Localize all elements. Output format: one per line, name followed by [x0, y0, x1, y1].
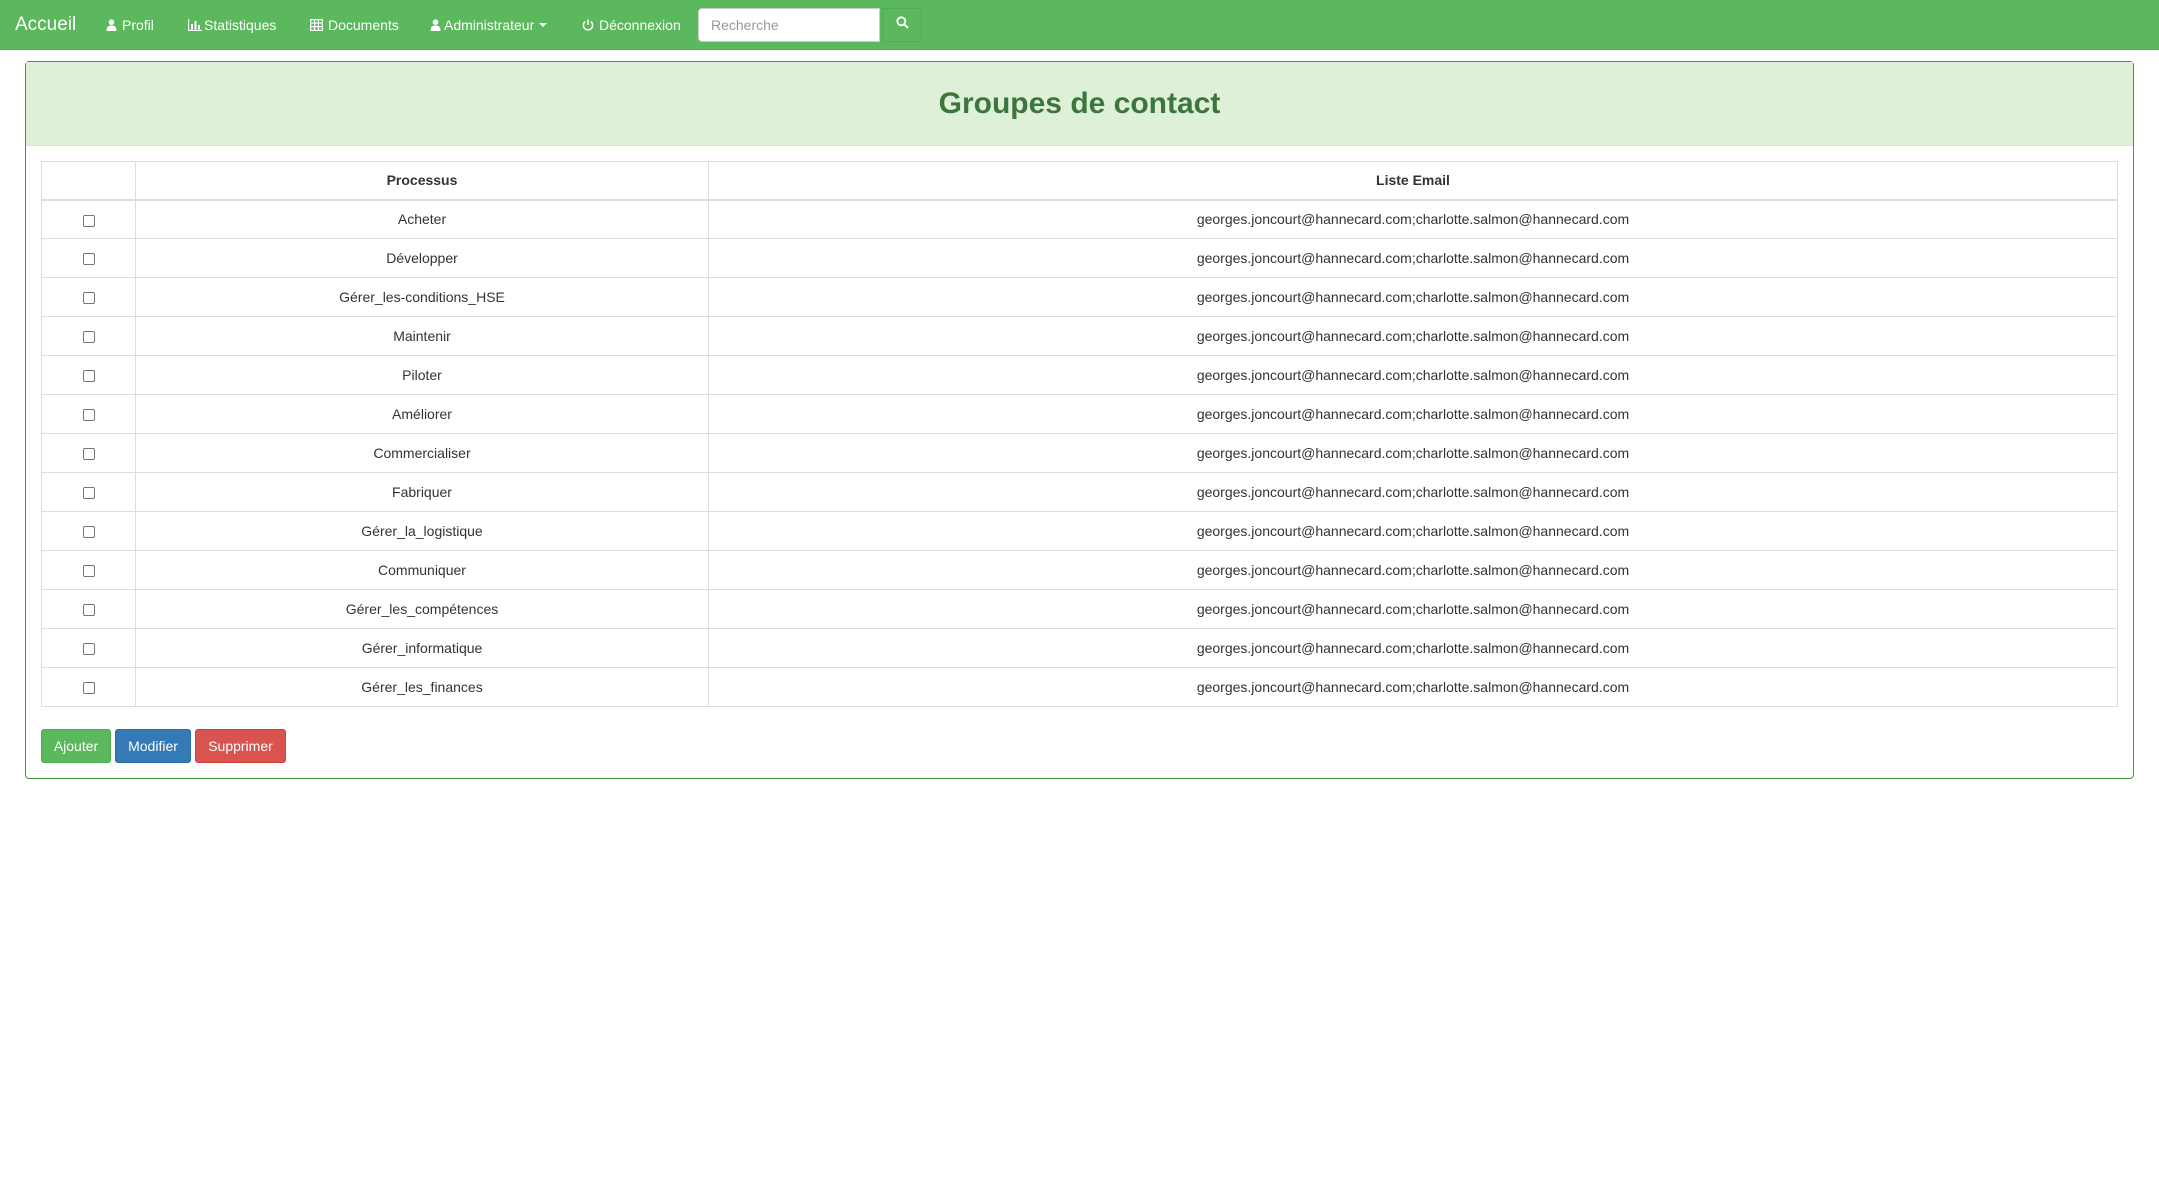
nav-item-profil[interactable]: Profil: [106, 15, 154, 35]
user-icon: [106, 19, 117, 31]
table-row[interactable]: Commercialiser georges.joncourt@hannecard…: [41, 433, 2118, 473]
row-select-cell: [41, 394, 136, 434]
processus-cell: Gérer_les_compétences: [135, 589, 709, 629]
email-list-cell: georges.joncourt@hannecard.com;charlotte…: [708, 589, 2118, 629]
processus-cell: Gérer_la_logistique: [135, 511, 709, 551]
processus-cell: Améliorer: [135, 394, 709, 434]
column-header-select: [41, 161, 136, 201]
add-button[interactable]: Ajouter: [41, 729, 111, 763]
processus-cell: Fabriquer: [135, 472, 709, 512]
nav-item-label: Profil: [122, 17, 154, 33]
panel-heading: Groupes de contact: [26, 62, 2133, 146]
nav-item-label: Administrateur: [444, 17, 535, 33]
chevron-down-icon: [539, 23, 548, 27]
column-header-processus[interactable]: Processus: [135, 161, 709, 201]
nav-item-administrateur[interactable]: Administrateur: [430, 15, 548, 35]
row-select-cell: [41, 667, 136, 707]
table-row[interactable]: Gérer_les-conditions_HSE georges.joncourt…: [41, 277, 2118, 317]
user-icon: [430, 19, 441, 31]
nav-item-label: Documents: [328, 17, 399, 33]
table-row[interactable]: Gérer_les_finances georges.joncourt@hanne…: [41, 667, 2118, 707]
table-header-row: Processus Liste Email: [41, 161, 2118, 201]
row-select-cell: [41, 277, 136, 317]
row-checkbox[interactable]: [82, 253, 95, 266]
nav-item-deconnexion[interactable]: Déconnexion: [582, 15, 681, 35]
nav-item-statistiques[interactable]: Statistiques: [188, 15, 276, 35]
row-checkbox[interactable]: [82, 448, 95, 461]
table-row[interactable]: Gérer_informatique georges.joncourt@hanne…: [41, 628, 2118, 668]
nav-item-label: Déconnexion: [599, 17, 681, 33]
processus-cell: Acheter: [135, 199, 709, 239]
search-input[interactable]: [698, 8, 880, 42]
email-list-cell: georges.joncourt@hannecard.com;charlotte…: [708, 433, 2118, 473]
edit-button[interactable]: Modifier: [115, 729, 191, 763]
processus-cell: Gérer_les_finances: [135, 667, 709, 707]
table-body: Acheter georges.joncourt@hannecard.com;ch…: [41, 199, 2118, 707]
processus-cell: Piloter: [135, 355, 709, 395]
column-header-liste-email[interactable]: Liste Email: [708, 161, 2118, 201]
processus-cell: Maintenir: [135, 316, 709, 356]
table-row[interactable]: Gérer_les_compétences georges.joncourt@ha…: [41, 589, 2118, 629]
contact-groups-table: Processus Liste Email Acheter georges.jon…: [41, 161, 2118, 707]
email-list-cell: georges.joncourt@hannecard.com;charlotte…: [708, 394, 2118, 434]
row-checkbox[interactable]: [82, 604, 95, 617]
row-checkbox[interactable]: [82, 643, 95, 656]
search-icon: [895, 16, 909, 34]
table-row[interactable]: Gérer_la_logistique georges.joncourt@hann…: [41, 511, 2118, 551]
power-icon: [582, 19, 594, 31]
contact-groups-panel: Groupes de contact Processus Liste Email…: [25, 61, 2134, 779]
email-list-cell: georges.joncourt@hannecard.com;charlotte…: [708, 667, 2118, 707]
table-row[interactable]: Communiquer georges.joncourt@hannecard.co…: [41, 550, 2118, 590]
row-select-cell: [41, 433, 136, 473]
row-checkbox[interactable]: [82, 526, 95, 539]
row-checkbox[interactable]: [82, 682, 95, 695]
row-select-cell: [41, 511, 136, 551]
top-navbar: Accueil Profil Statistiques Documents Ad…: [0, 0, 2159, 50]
email-list-cell: georges.joncourt@hannecard.com;charlotte…: [708, 550, 2118, 590]
row-checkbox[interactable]: [82, 214, 95, 227]
navbar-brand-accueil[interactable]: Accueil: [15, 13, 76, 37]
email-list-cell: georges.joncourt@hannecard.com;charlotte…: [708, 511, 2118, 551]
row-checkbox[interactable]: [82, 331, 95, 344]
search-button[interactable]: [882, 8, 922, 42]
processus-cell: Gérer_informatique: [135, 628, 709, 668]
email-list-cell: georges.joncourt@hannecard.com;charlotte…: [708, 316, 2118, 356]
table-row[interactable]: Piloter georges.joncourt@hannecard.com;ch…: [41, 355, 2118, 395]
row-select-cell: [41, 316, 136, 356]
nav-item-label: Statistiques: [204, 17, 277, 33]
row-checkbox[interactable]: [82, 292, 95, 305]
row-select-cell: [41, 472, 136, 512]
email-list-cell: georges.joncourt@hannecard.com;charlotte…: [708, 472, 2118, 512]
row-select-cell: [41, 628, 136, 668]
processus-cell: Commercialiser: [135, 433, 709, 473]
row-select-cell: [41, 355, 136, 395]
nav-item-documents[interactable]: Documents: [310, 15, 399, 35]
row-checkbox[interactable]: [82, 565, 95, 578]
table-row[interactable]: Maintenir georges.joncourt@hannecard.com;…: [41, 316, 2118, 356]
row-checkbox[interactable]: [82, 409, 95, 422]
row-select-cell: [41, 238, 136, 278]
row-checkbox[interactable]: [82, 370, 95, 383]
table-row[interactable]: Acheter georges.joncourt@hannecard.com;ch…: [41, 199, 2118, 239]
email-list-cell: georges.joncourt@hannecard.com;charlotte…: [708, 199, 2118, 239]
processus-cell: Gérer_les-conditions_HSE: [135, 277, 709, 317]
table-row[interactable]: Améliorer georges.joncourt@hannecard.com;…: [41, 394, 2118, 434]
processus-cell: Communiquer: [135, 550, 709, 590]
table-icon: [310, 19, 323, 31]
table-row[interactable]: Fabriquer georges.joncourt@hannecard.com;…: [41, 472, 2118, 512]
page-title: Groupes de contact: [938, 86, 1221, 120]
processus-cell: Développer: [135, 238, 709, 278]
row-select-cell: [41, 199, 136, 239]
delete-button[interactable]: Supprimer: [195, 729, 286, 763]
row-checkbox[interactable]: [82, 487, 95, 500]
row-select-cell: [41, 550, 136, 590]
email-list-cell: georges.joncourt@hannecard.com;charlotte…: [708, 238, 2118, 278]
email-list-cell: georges.joncourt@hannecard.com;charlotte…: [708, 355, 2118, 395]
email-list-cell: georges.joncourt@hannecard.com;charlotte…: [708, 628, 2118, 668]
email-list-cell: georges.joncourt@hannecard.com;charlotte…: [708, 277, 2118, 317]
bar-chart-icon: [188, 19, 202, 31]
row-select-cell: [41, 589, 136, 629]
table-row[interactable]: Développer georges.joncourt@hannecard.com…: [41, 238, 2118, 278]
